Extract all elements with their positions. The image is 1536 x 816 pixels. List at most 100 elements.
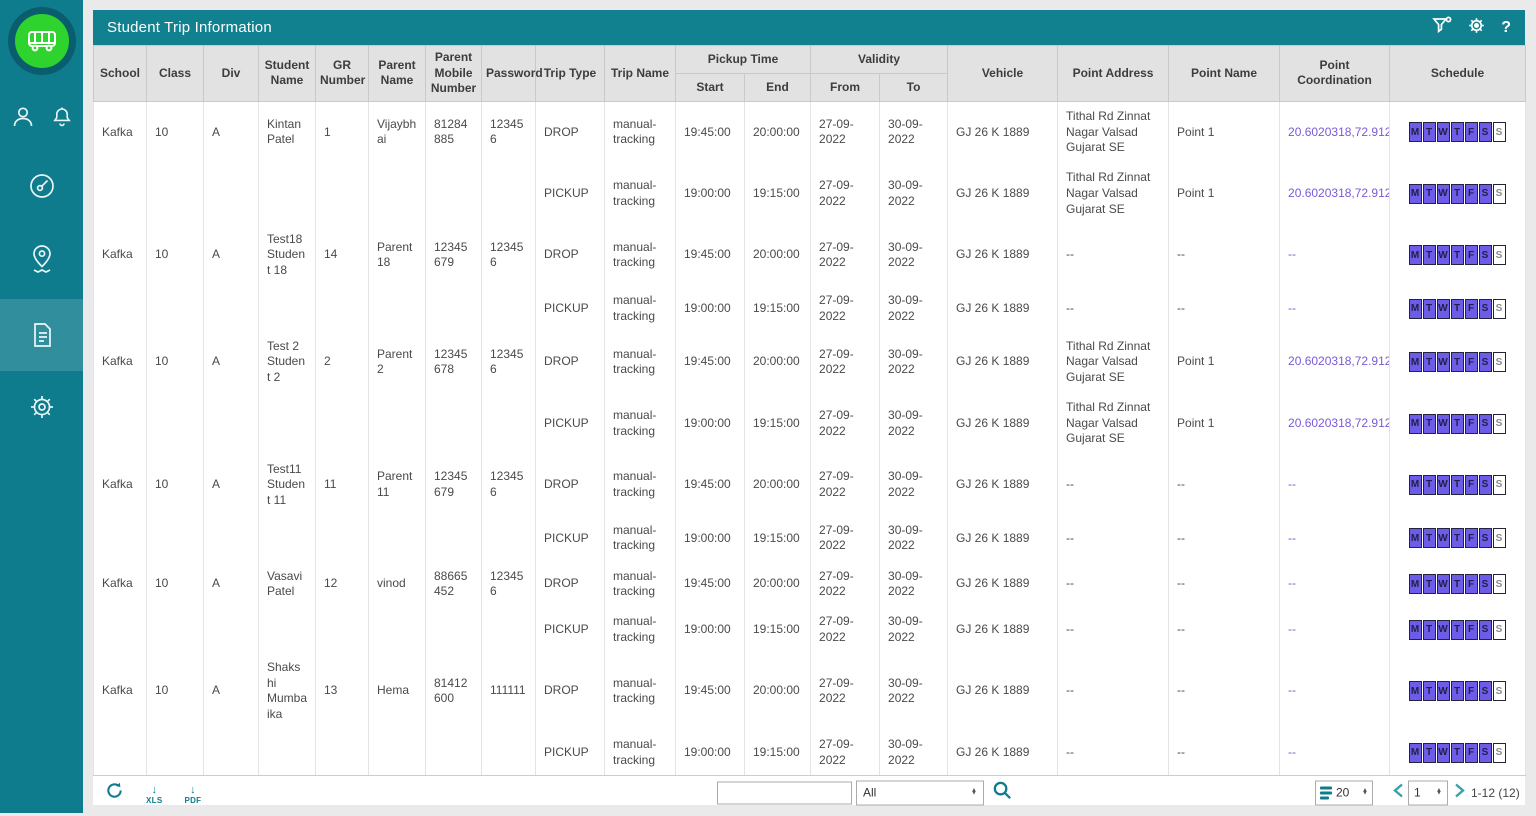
schedule-day-button[interactable]: T — [1423, 122, 1436, 142]
schedule-day-button[interactable]: S — [1493, 743, 1506, 763]
sidebar-item-dashboard[interactable] — [26, 170, 58, 202]
schedule-day-button[interactable]: T — [1451, 743, 1464, 763]
point-coordination-link[interactable]: -- — [1280, 607, 1390, 653]
schedule-day-button[interactable]: T — [1451, 475, 1464, 495]
gear-icon[interactable] — [1467, 16, 1486, 40]
sidebar-item-users[interactable] — [10, 104, 36, 130]
point-coordination-link[interactable]: -- — [1280, 225, 1390, 286]
schedule-day-button[interactable]: M — [1409, 681, 1422, 701]
prev-page-icon[interactable] — [1392, 782, 1405, 803]
page-number-input[interactable]: 1 ▲▼ — [1408, 780, 1448, 805]
schedule-day-button[interactable]: F — [1465, 528, 1478, 548]
schedule-day-button[interactable]: S — [1479, 414, 1492, 434]
schedule-day-button[interactable]: T — [1451, 245, 1464, 265]
schedule-day-button[interactable]: S — [1479, 743, 1492, 763]
point-coordination-link[interactable]: 20.6020318,72.91234 — [1280, 101, 1390, 163]
schedule-day-button[interactable]: S — [1493, 681, 1506, 701]
point-coordination-link[interactable]: -- — [1280, 286, 1390, 332]
schedule-day-button[interactable]: S — [1493, 299, 1506, 319]
schedule-day-button[interactable]: F — [1465, 352, 1478, 372]
schedule-day-button[interactable]: S — [1493, 245, 1506, 265]
schedule-day-button[interactable]: W — [1437, 245, 1450, 265]
schedule-day-button[interactable]: T — [1423, 245, 1436, 265]
schedule-day-button[interactable]: T — [1451, 299, 1464, 319]
schedule-day-button[interactable]: S — [1493, 574, 1506, 594]
schedule-day-button[interactable]: F — [1465, 620, 1478, 640]
schedule-day-button[interactable]: W — [1437, 352, 1450, 372]
schedule-day-button[interactable]: S — [1479, 620, 1492, 640]
refresh-icon[interactable] — [105, 781, 124, 805]
schedule-day-button[interactable]: F — [1465, 743, 1478, 763]
schedule-day-button[interactable]: M — [1409, 245, 1422, 265]
point-coordination-link[interactable]: -- — [1280, 454, 1390, 515]
schedule-day-button[interactable]: F — [1465, 299, 1478, 319]
schedule-day-button[interactable]: W — [1437, 743, 1450, 763]
schedule-day-button[interactable]: S — [1493, 528, 1506, 548]
page-size-select[interactable]: 20 ▲▼ — [1315, 780, 1373, 805]
schedule-day-button[interactable]: T — [1423, 528, 1436, 548]
schedule-day-button[interactable]: S — [1493, 184, 1506, 204]
schedule-day-button[interactable]: M — [1409, 352, 1422, 372]
schedule-day-button[interactable]: S — [1479, 574, 1492, 594]
schedule-day-button[interactable]: T — [1423, 574, 1436, 594]
schedule-day-button[interactable]: F — [1465, 574, 1478, 594]
schedule-day-button[interactable]: T — [1451, 122, 1464, 142]
schedule-day-button[interactable]: T — [1451, 681, 1464, 701]
schedule-day-button[interactable]: M — [1409, 299, 1422, 319]
schedule-day-button[interactable]: S — [1479, 475, 1492, 495]
sidebar-item-notifications[interactable] — [50, 105, 74, 129]
search-icon[interactable] — [992, 780, 1013, 806]
schedule-day-button[interactable]: F — [1465, 245, 1478, 265]
schedule-day-button[interactable]: M — [1409, 122, 1422, 142]
schedule-day-button[interactable]: S — [1493, 122, 1506, 142]
schedule-day-button[interactable]: W — [1437, 620, 1450, 640]
schedule-day-button[interactable]: T — [1423, 681, 1436, 701]
search-input[interactable] — [717, 781, 852, 804]
schedule-day-button[interactable]: M — [1409, 528, 1422, 548]
schedule-day-button[interactable]: T — [1423, 352, 1436, 372]
schedule-day-button[interactable]: T — [1423, 743, 1436, 763]
search-column-select[interactable]: All ▲▼ — [856, 780, 984, 805]
schedule-day-button[interactable]: S — [1479, 245, 1492, 265]
schedule-day-button[interactable]: F — [1465, 122, 1478, 142]
point-coordination-link[interactable]: -- — [1280, 561, 1390, 607]
schedule-day-button[interactable]: S — [1493, 352, 1506, 372]
sidebar-item-settings[interactable] — [27, 392, 57, 422]
point-coordination-link[interactable]: 20.6020318,72.91234 — [1280, 332, 1390, 393]
schedule-day-button[interactable]: M — [1409, 743, 1422, 763]
schedule-day-button[interactable]: S — [1479, 528, 1492, 548]
help-icon[interactable]: ? — [1501, 19, 1511, 37]
schedule-day-button[interactable]: T — [1423, 620, 1436, 640]
schedule-day-button[interactable]: T — [1451, 574, 1464, 594]
filter-icon[interactable] — [1432, 16, 1452, 39]
schedule-day-button[interactable]: S — [1479, 184, 1492, 204]
schedule-day-button[interactable]: W — [1437, 681, 1450, 701]
schedule-day-button[interactable]: S — [1493, 475, 1506, 495]
schedule-day-button[interactable]: T — [1451, 184, 1464, 204]
schedule-day-button[interactable]: S — [1479, 299, 1492, 319]
point-coordination-link[interactable]: 20.6020318,72.91234 — [1280, 163, 1390, 224]
schedule-day-button[interactable]: F — [1465, 184, 1478, 204]
schedule-day-button[interactable]: W — [1437, 414, 1450, 434]
schedule-day-button[interactable]: W — [1437, 475, 1450, 495]
point-coordination-link[interactable]: -- — [1280, 516, 1390, 562]
schedule-day-button[interactable]: T — [1451, 352, 1464, 372]
schedule-day-button[interactable]: W — [1437, 184, 1450, 204]
schedule-day-button[interactable]: F — [1465, 475, 1478, 495]
schedule-day-button[interactable]: T — [1423, 475, 1436, 495]
schedule-day-button[interactable]: F — [1465, 414, 1478, 434]
schedule-day-button[interactable]: S — [1479, 352, 1492, 372]
schedule-day-button[interactable]: W — [1437, 574, 1450, 594]
schedule-day-button[interactable]: W — [1437, 528, 1450, 548]
schedule-day-button[interactable]: T — [1423, 184, 1436, 204]
schedule-day-button[interactable]: T — [1451, 414, 1464, 434]
schedule-day-button[interactable]: T — [1423, 299, 1436, 319]
schedule-day-button[interactable]: W — [1437, 299, 1450, 319]
download-xls-button[interactable]: ↓ XLS — [146, 785, 162, 805]
schedule-day-button[interactable]: M — [1409, 184, 1422, 204]
schedule-day-button[interactable]: T — [1451, 528, 1464, 548]
schedule-day-button[interactable]: S — [1479, 122, 1492, 142]
point-coordination-link[interactable]: 20.6020318,72.91234 — [1280, 393, 1390, 454]
schedule-day-button[interactable]: F — [1465, 681, 1478, 701]
schedule-day-button[interactable]: T — [1451, 620, 1464, 640]
